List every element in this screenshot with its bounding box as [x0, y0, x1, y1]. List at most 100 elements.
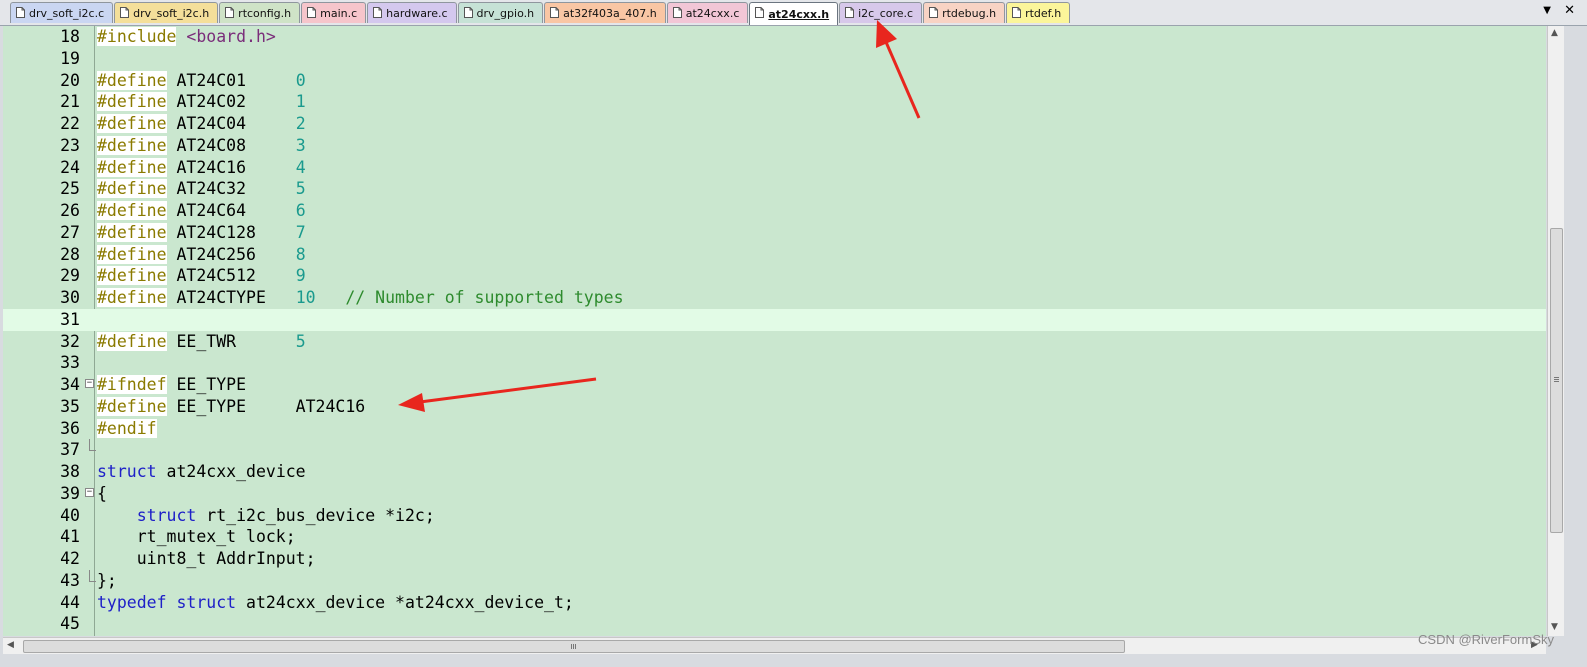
line-number: 42 [60, 549, 80, 568]
code-token: #define [97, 201, 167, 220]
fold-toggle-icon[interactable]: − [85, 379, 94, 388]
tab-label: rtdef.h [1025, 6, 1062, 20]
code-token: 5 [295, 331, 306, 351]
code-line[interactable]: 32 #define EE_TWR 5 [3, 331, 1546, 353]
code-line[interactable]: 19 [3, 48, 1546, 70]
close-tab-icon[interactable]: ✕ [1564, 3, 1575, 18]
line-number: 32 [60, 331, 80, 351]
code-line[interactable]: 23 #define AT24C08 3 [3, 135, 1546, 157]
code-token: 3 [295, 135, 306, 155]
document-icon [373, 7, 383, 18]
fold-end-marker-icon [89, 569, 96, 582]
document-icon [120, 7, 130, 18]
code-line[interactable]: 25 #define AT24C32 5 [3, 178, 1546, 200]
code-text: rt_mutex_t lock; [97, 526, 296, 548]
tab-rtdef-h[interactable]: rtdef.h [1006, 2, 1071, 23]
code-line[interactable]: 20 #define AT24C01 0 [3, 70, 1546, 92]
line-number: 24 [60, 157, 80, 177]
code-line[interactable]: 42 uint8_t AddrInput; [3, 548, 1546, 570]
tab-i2c-core-c[interactable]: i2c_core.c [839, 2, 923, 23]
code-token: #define [97, 266, 167, 286]
tab-rtdebug-h[interactable]: rtdebug.h [923, 2, 1006, 23]
line-number: 28 [60, 244, 80, 264]
code-line[interactable]: 34− #ifndef EE_TYPE [3, 374, 1546, 396]
code-line[interactable]: 39−{ [3, 483, 1546, 505]
tab-drv-gpio-h[interactable]: drv_gpio.h [457, 2, 544, 23]
code-token: #endif [97, 418, 157, 438]
code-token: #define [97, 92, 167, 112]
code-line[interactable]: 24 #define AT24C16 4 [3, 157, 1546, 179]
tab-main-c[interactable]: main.c [301, 2, 367, 23]
tab-label: main.c [320, 6, 358, 20]
code-token: 10 [295, 288, 316, 307]
document-icon [929, 7, 939, 18]
code-line[interactable]: 45 [3, 613, 1546, 635]
code-line[interactable]: 44 typedef struct at24cxx_device *at24cxx… [3, 592, 1546, 614]
code-text: typedef struct at24cxx_device *at24cxx_d… [97, 592, 574, 614]
code-line[interactable]: 37 [3, 439, 1546, 461]
line-number: 43 [60, 570, 80, 590]
line-number: 27 [60, 222, 80, 242]
scroll-down-icon[interactable]: ▼ [1551, 622, 1558, 632]
code-token: #define [97, 70, 167, 90]
tab-at24cxx-c[interactable]: at24cxx.c [666, 2, 749, 23]
tab-at24cxx-h[interactable]: at24cxx.h [749, 2, 839, 25]
code-line[interactable]: 41 rt_mutex_t lock; [3, 526, 1546, 548]
vertical-scroll-thumb[interactable] [1550, 228, 1563, 533]
code-token: #define [97, 244, 167, 264]
tab-rtconfig-h[interactable]: rtconfig.h [219, 2, 301, 23]
code-token: 7 [295, 222, 306, 242]
vertical-scrollbar[interactable]: ▲ ▼ [1547, 26, 1564, 636]
code-editor[interactable]: 18 #include <board.h> 19 20 #define AT24C01 … [3, 26, 1546, 636]
code-line[interactable]: 36 #endif [3, 418, 1546, 440]
code-line[interactable]: 31 [3, 308, 1546, 331]
code-line[interactable]: 38 struct at24cxx_device [3, 461, 1546, 483]
code-line[interactable]: 27 #define AT24C128 7 [3, 222, 1546, 244]
code-token: { [97, 483, 107, 503]
code-token: #define [97, 288, 167, 307]
tab-hardware-c[interactable]: hardware.c [367, 2, 457, 23]
code-token: AT24C01 [166, 70, 296, 90]
code-token: 4 [295, 157, 306, 177]
horizontal-scrollbar[interactable]: ◀ ▶ [3, 637, 1546, 654]
code-line[interactable]: 22 #define AT24C04 2 [3, 113, 1546, 135]
code-line[interactable]: 18 #include <board.h> [3, 26, 1546, 48]
code-token: AT24C256 [166, 244, 296, 264]
code-line[interactable]: 26 #define AT24C64 6 [3, 200, 1546, 222]
scroll-left-icon[interactable]: ◀ [7, 640, 14, 650]
code-line[interactable]: 43}; [3, 569, 1546, 592]
code-line[interactable]: 21 #define AT24C02 1 [3, 91, 1546, 113]
code-line[interactable]: 35 #define EE_TYPE AT24C16 [3, 396, 1546, 418]
code-token: struct [97, 462, 157, 481]
code-line[interactable]: 29 #define AT24C512 9 [3, 265, 1546, 287]
line-number: 23 [60, 135, 80, 155]
tab-drv-soft-i2c-h[interactable]: drv_soft_i2c.h [114, 2, 219, 23]
code-line[interactable]: 28 #define AT24C256 8 [3, 244, 1546, 266]
fold-toggle-icon[interactable]: − [85, 487, 94, 497]
tab-at32f403a-407-h[interactable]: at32f403a_407.h [544, 2, 666, 23]
fold-end-marker-icon [89, 439, 96, 452]
code-token: AT24C64 [166, 201, 296, 220]
line-number: 39 [60, 483, 80, 503]
code-line[interactable]: 33 [3, 352, 1546, 374]
line-number: 37 [60, 440, 80, 460]
document-icon [225, 7, 235, 18]
document-icon [672, 7, 682, 18]
code-text: }; [97, 570, 117, 592]
line-number: 21 [60, 92, 80, 112]
tab-list-dropdown-icon[interactable]: ▼ [1543, 5, 1551, 16]
code-line[interactable]: 30 #define AT24CTYPE 10 // Number of supp… [3, 287, 1546, 309]
document-icon [1012, 7, 1022, 18]
code-token: #define [97, 157, 167, 177]
horizontal-scroll-thumb[interactable] [23, 640, 1125, 653]
line-number: 33 [60, 353, 80, 373]
code-text: #define AT24C08 3 [97, 135, 306, 157]
tab-label: drv_gpio.h [476, 6, 535, 20]
scroll-up-icon[interactable]: ▲ [1551, 28, 1558, 38]
code-token: 1 [295, 92, 306, 112]
code-line[interactable]: 40 struct rt_i2c_bus_device *i2c; [3, 505, 1546, 527]
code-token: #define [97, 396, 167, 416]
tab-drv-soft-i2c-c[interactable]: drv_soft_i2c.c [10, 2, 114, 23]
